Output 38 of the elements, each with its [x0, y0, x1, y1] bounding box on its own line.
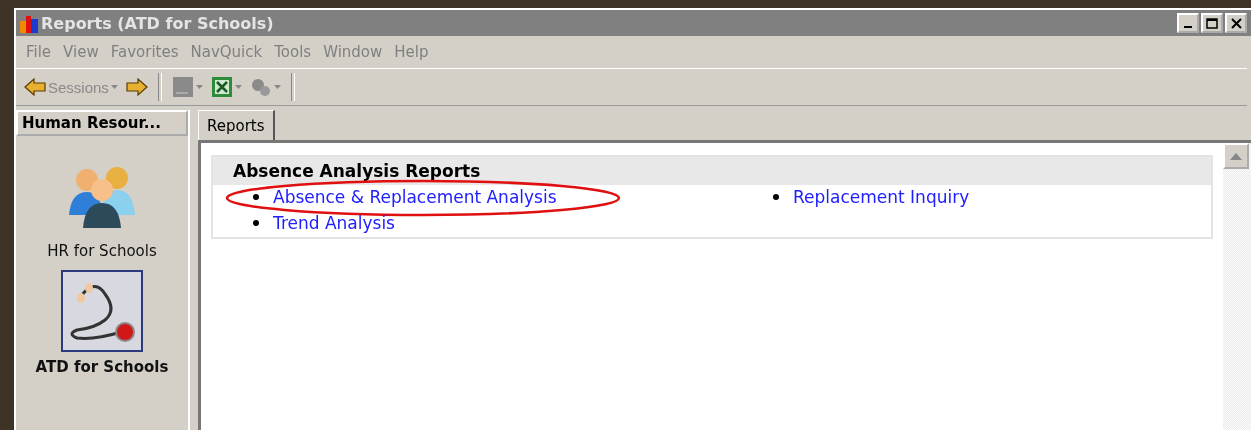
- caret-icon: [110, 85, 118, 89]
- menu-item[interactable]: Window: [317, 43, 389, 61]
- bullet-icon: [253, 194, 259, 200]
- menu-item[interactable]: Tools: [268, 43, 318, 61]
- menu-item[interactable]: Favorites: [104, 43, 185, 61]
- close-button[interactable]: [1225, 13, 1247, 33]
- minimize-button[interactable]: [1177, 13, 1199, 33]
- gears-icon: [249, 76, 272, 98]
- forward-button[interactable]: [123, 76, 150, 98]
- bullet-icon: [253, 220, 259, 226]
- up-arrow-icon: [1230, 152, 1242, 160]
- scroll-up-button[interactable]: [1223, 143, 1249, 169]
- monitor-icon: [171, 76, 194, 98]
- forward-arrow-icon: [125, 78, 148, 96]
- menu-item[interactable]: Help: [388, 43, 435, 61]
- back-arrow-icon: [24, 78, 46, 96]
- caret-icon: [273, 85, 281, 89]
- spreadsheet-icon: [210, 76, 233, 98]
- menu-item[interactable]: File: [20, 43, 58, 61]
- tab[interactable]: Reports: [198, 110, 275, 140]
- maximize-icon: [1206, 17, 1218, 29]
- sidebar-item[interactable]: HR for Schools: [47, 154, 157, 260]
- menu-item[interactable]: View: [57, 43, 105, 61]
- caret-icon: [195, 85, 203, 89]
- section-title: Absence Analysis Reports: [213, 157, 1211, 185]
- sidebar-header[interactable]: Human Resour...: [16, 110, 188, 136]
- app-logo-icon: [20, 13, 38, 33]
- window-title: Reports (ATD for Schools): [41, 13, 274, 33]
- scrollbar[interactable]: [1223, 143, 1251, 430]
- close-icon: [1230, 17, 1242, 29]
- caret-icon: [234, 85, 242, 89]
- bullet-icon: [773, 194, 779, 200]
- menu-item[interactable]: NavQuick: [184, 43, 269, 61]
- minimize-icon: [1184, 26, 1192, 28]
- maximize-button[interactable]: [1201, 13, 1223, 33]
- sidebar-item[interactable]: ATD for Schools: [35, 270, 169, 376]
- report-link[interactable]: Replacement Inquiry: [793, 187, 970, 207]
- report-link[interactable]: Trend Analysis: [273, 213, 395, 233]
